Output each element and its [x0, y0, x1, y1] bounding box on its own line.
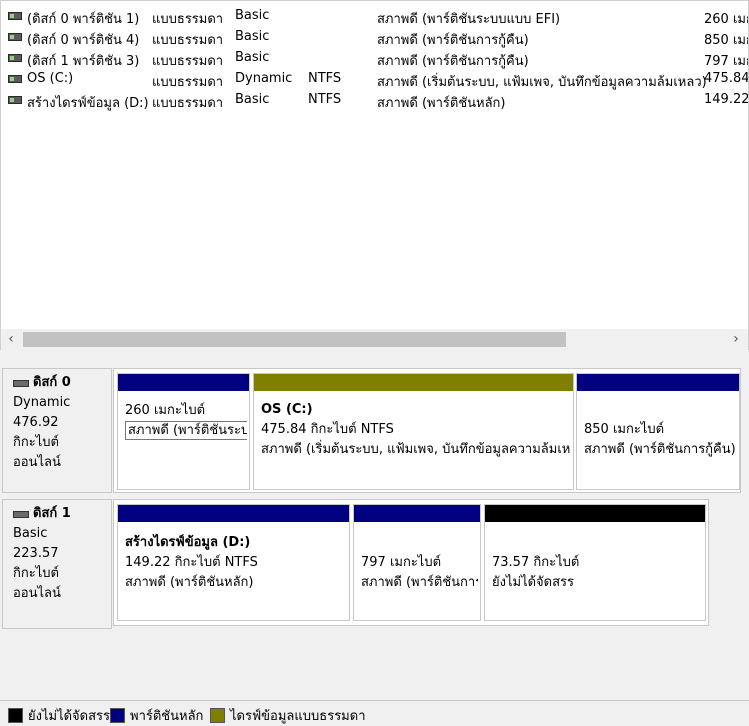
legend-swatch	[8, 708, 23, 723]
legend-swatch	[110, 708, 125, 723]
disk-type: Basic	[13, 526, 48, 541]
partition-name: OS (C:)	[261, 402, 313, 417]
disk-type: Dynamic	[13, 395, 71, 410]
volume-row[interactable]: (ดิสก์ 1 พาร์ติชัน 3) แบบธรรมดา Basic สภ…	[1, 47, 748, 69]
partition-efi[interactable]: 260 เมกะไบต์ สภาพดี (พาร์ติชันระบบแบบ EF…	[117, 373, 250, 490]
partition-color-bar	[118, 374, 249, 391]
partition-status: สภาพดี (เริ่มต้นระบบ, แฟ้มเพจ, บันทึกข้อ…	[261, 442, 571, 457]
disk-0-label[interactable]: ดิสก์ 0 Dynamic 476.92 กิกะไบต์ ออนไลน์	[2, 368, 112, 493]
partition-color-bar	[577, 374, 739, 391]
disk-1-partitions: สร้างไดรฟ์ข้อมูล (D:) 149.22 กิกะไบต์ NT…	[113, 499, 709, 626]
volume-row[interactable]: OS (C:) แบบธรรมดา Dynamic NTFS สภาพดี (เ…	[1, 68, 749, 90]
partition-size: 475.84 กิกะไบต์ NTFS	[261, 422, 394, 437]
legend-primary: พาร์ติชันหลัก	[110, 705, 203, 726]
volume-layout: แบบธรรมดา	[152, 96, 224, 111]
volume-row[interactable]: สร้างไดรฟ์ข้อมูล (D:) แบบธรรมดา Basic NT…	[1, 89, 749, 111]
volume-fs: NTFS	[308, 71, 342, 86]
partition-color-bar	[485, 505, 705, 522]
scrollbar-thumb[interactable]	[23, 332, 566, 347]
disk-icon	[13, 510, 29, 518]
volume-type: Basic	[235, 50, 270, 65]
volume-capacity: 149.22	[704, 92, 749, 107]
partition-status-tooltip: สภาพดี (พาร์ติชันระบบแบบ EFI)	[125, 421, 247, 440]
partition-status: สภาพดี (พาร์ติชันหลัก)	[125, 575, 254, 590]
disk-state: ออนไลน์	[13, 586, 61, 601]
partition-size: 149.22 กิกะไบต์ NTFS	[125, 555, 258, 570]
disk-size: 223.57 กิกะไบต์	[13, 546, 59, 581]
partition-data-d[interactable]: สร้างไดรฟ์ข้อมูล (D:) 149.22 กิกะไบต์ NT…	[117, 504, 350, 621]
disk-title: ดิสก์ 1	[33, 506, 71, 521]
scroll-right-icon[interactable]: ›	[728, 331, 744, 348]
volume-capacity: 475.84	[704, 71, 749, 86]
disk-title: ดิสก์ 0	[33, 375, 71, 390]
volume-type: Basic	[235, 29, 270, 44]
partition-name: สร้างไดรฟ์ข้อมูล (D:)	[125, 535, 251, 550]
partition-color-bar	[354, 505, 480, 522]
volume-name: OS (C:)	[27, 71, 74, 86]
disk-graph-pane: ดิสก์ 0 Dynamic 476.92 กิกะไบต์ ออนไลน์ …	[0, 356, 749, 698]
volume-icon	[8, 54, 22, 62]
legend-unallocated: ยังไม่ได้จัดสรร	[8, 705, 110, 726]
volume-row[interactable]: (ดิสก์ 0 พาร์ติชัน 4) แบบธรรมดา Basic สภ…	[1, 26, 748, 48]
partition-status: ยังไม่ได้จัดสรร	[492, 575, 575, 590]
partition-status: สภาพดี (พาร์ติชันการกู้คืน)	[584, 442, 736, 457]
volume-icon	[8, 96, 22, 104]
partition-recovery[interactable]: 797 เมกะไบต์ สภาพดี (พาร์ติชันการกู้คืน)	[353, 504, 481, 621]
volume-list[interactable]: (ดิสก์ 0 พาร์ติชัน 1) แบบธรรมดา Basic สภ…	[0, 0, 749, 351]
scroll-left-icon[interactable]: ‹	[3, 331, 19, 348]
legend-swatch	[210, 708, 225, 723]
partition-recovery[interactable]: 850 เมกะไบต์ สภาพดี (พาร์ติชันการกู้คืน)	[576, 373, 740, 490]
volume-icon	[8, 12, 22, 20]
partition-unallocated[interactable]: 73.57 กิกะไบต์ ยังไม่ได้จัดสรร	[484, 504, 706, 621]
volume-fs: NTFS	[308, 92, 342, 107]
partition-size: 850 เมกะไบต์	[584, 422, 665, 437]
volume-name: สร้างไดรฟ์ข้อมูล (D:)	[27, 96, 149, 111]
disk-0-partitions: 260 เมกะไบต์ สภาพดี (พาร์ติชันระบบแบบ EF…	[113, 368, 741, 493]
horizontal-scrollbar[interactable]: ‹ ›	[1, 329, 748, 350]
volume-status: สภาพดี (พาร์ติชันหลัก)	[377, 96, 506, 111]
legend-label: ยังไม่ได้จัดสรร	[28, 709, 111, 724]
legend-label: พาร์ติชันหลัก	[130, 709, 204, 724]
disk-icon	[13, 379, 29, 387]
volume-icon	[8, 75, 22, 83]
partition-size: 73.57 กิกะไบต์	[492, 555, 580, 570]
partition-color-bar	[118, 505, 349, 522]
partition-size: 260 เมกะไบต์	[125, 403, 206, 418]
volume-type: Basic	[235, 8, 270, 23]
partition-os-c[interactable]: OS (C:) 475.84 กิกะไบต์ NTFS สภาพดี (เริ…	[253, 373, 574, 490]
partition-size: 797 เมกะไบต์	[361, 555, 442, 570]
disk-state: ออนไลน์	[13, 455, 61, 470]
volume-type: Dynamic	[235, 71, 293, 86]
disk-size: 476.92 กิกะไบต์	[13, 415, 59, 450]
volume-icon	[8, 33, 22, 41]
disk-1-label[interactable]: ดิสก์ 1 Basic 223.57 กิกะไบต์ ออนไลน์	[2, 499, 112, 629]
legend-bar: ยังไม่ได้จัดสรร พาร์ติชันหลัก ไดรฟ์ข้อมู…	[0, 700, 749, 726]
partition-status: สภาพดี (พาร์ติชันการกู้คืน)	[361, 575, 478, 590]
legend-simple: ไดรฟ์ข้อมูลแบบธรรมดา	[210, 705, 366, 726]
partition-color-bar	[254, 374, 573, 391]
volume-row[interactable]: (ดิสก์ 0 พาร์ติชัน 1) แบบธรรมดา Basic สภ…	[1, 5, 748, 27]
volume-type: Basic	[235, 92, 270, 107]
legend-label: ไดรฟ์ข้อมูลแบบธรรมดา	[230, 709, 366, 724]
